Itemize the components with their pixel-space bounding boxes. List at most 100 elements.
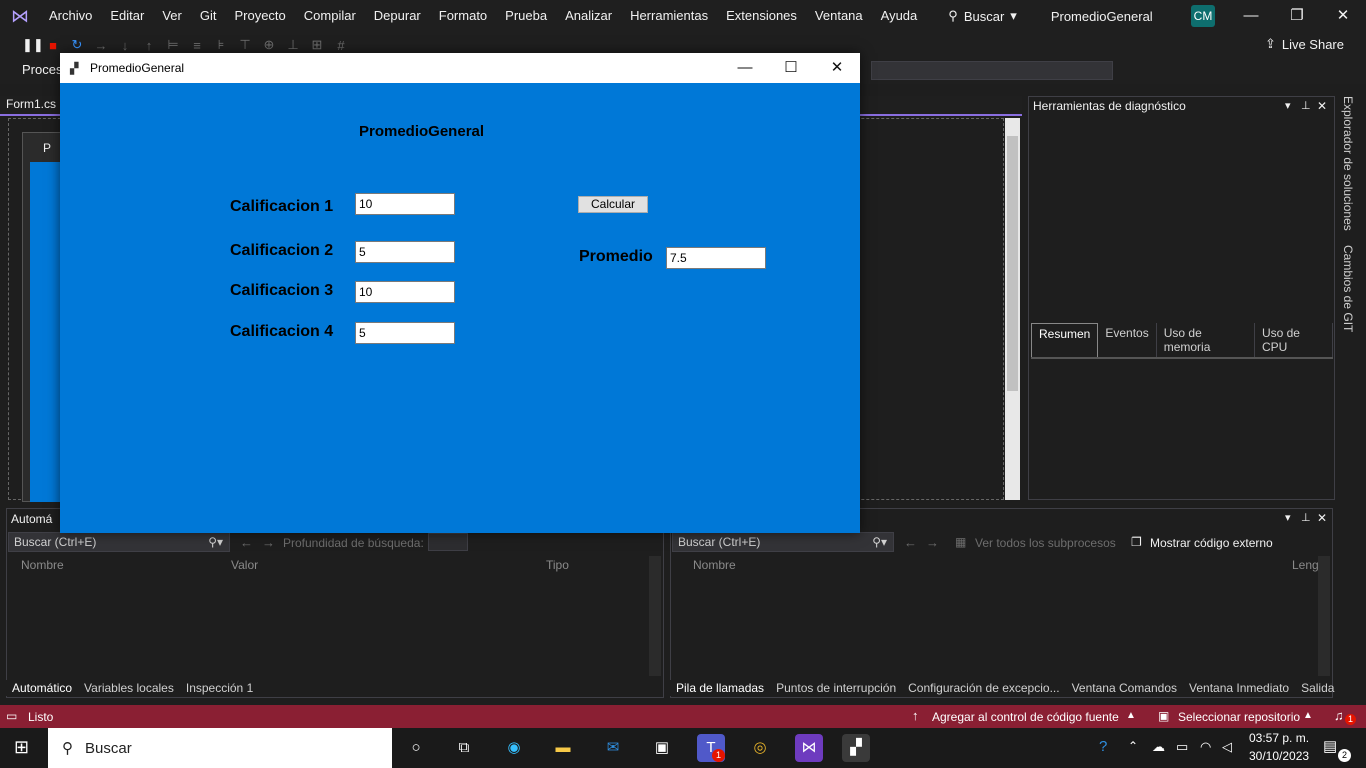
wifi-icon[interactable]: ◠	[1200, 739, 1211, 755]
external-code-icon[interactable]: ❐	[1131, 535, 1142, 549]
clock-date[interactable]: 30/10/2023	[1249, 749, 1309, 763]
menu-depurar[interactable]: Depurar	[365, 0, 430, 32]
tab-solution-explorer[interactable]: Explorador de soluciones	[1341, 96, 1355, 231]
align-middle-icon[interactable]: ⊕	[262, 37, 276, 53]
col-nombre[interactable]: Nombre	[693, 558, 736, 572]
tab-automatico[interactable]: Automático	[6, 680, 79, 696]
menu-herramientas[interactable]: Herramientas	[621, 0, 717, 32]
tab-puntos-interrupcion[interactable]: Puntos de interrupción	[770, 680, 902, 696]
menu-ver[interactable]: Ver	[153, 0, 191, 32]
step-into-icon[interactable]: ↓	[118, 38, 132, 53]
threads-icon[interactable]: ▦	[955, 535, 966, 549]
tab-salida[interactable]: Salida	[1295, 680, 1340, 696]
tab-git-changes[interactable]: Cambios de GIT	[1341, 245, 1355, 332]
show-all-threads-label[interactable]: Ver todos los subprocesos	[975, 536, 1116, 550]
menu-git[interactable]: Git	[191, 0, 226, 32]
clock-time[interactable]: 03:57 p. m.	[1249, 731, 1309, 745]
input-calificacion-2[interactable]	[355, 241, 455, 263]
back-arrow-icon[interactable]: ←	[240, 535, 253, 550]
align-bottom-icon[interactable]: ⊥	[286, 37, 300, 53]
close-panel-icon[interactable]: ✕	[1317, 99, 1327, 113]
restart-icon[interactable]: ↻	[70, 37, 84, 53]
input-calificacion-3[interactable]	[355, 281, 455, 303]
tab-uso-cpu[interactable]: Uso de CPU	[1255, 323, 1333, 357]
grid-icon[interactable]: #	[334, 38, 348, 53]
align-top-icon[interactable]: ⊤	[238, 37, 252, 53]
col-lenguaje[interactable]: Leng	[1292, 558, 1319, 572]
live-share-button[interactable]: ⇪ Live Share	[1265, 36, 1344, 52]
search-icon[interactable]: ⚲▾	[872, 535, 887, 549]
help-icon[interactable]: ?	[1099, 738, 1107, 755]
tab-resumen[interactable]: Resumen	[1031, 323, 1099, 357]
tab-ventana-inmediato[interactable]: Ventana Inmediato	[1183, 680, 1295, 696]
select-repo-button[interactable]: Seleccionar repositorio	[1178, 710, 1300, 724]
menu-ayuda[interactable]: Ayuda	[872, 0, 927, 32]
dropdown-icon[interactable]: ▾	[1285, 99, 1291, 112]
tab-eventos[interactable]: Eventos	[1098, 323, 1157, 357]
minimize-icon[interactable]: —	[1228, 0, 1274, 32]
process-combo[interactable]	[871, 61, 1113, 80]
tab-config-excepciones[interactable]: Configuración de excepcio...	[902, 680, 1065, 696]
back-arrow-icon[interactable]: ←	[904, 535, 917, 550]
app-close-icon[interactable]: ✕	[814, 53, 860, 83]
menu-prueba[interactable]: Prueba	[496, 0, 556, 32]
step-over-icon[interactable]: →	[94, 38, 108, 53]
menu-archivo[interactable]: Archivo	[40, 0, 101, 32]
autos-scrollbar[interactable]	[649, 556, 661, 676]
menu-proyecto[interactable]: Proyecto	[225, 0, 294, 32]
depth-combo[interactable]	[428, 533, 468, 551]
volume-icon[interactable]: ◁	[1222, 739, 1232, 755]
tab-variables-locales[interactable]: Variables locales	[78, 680, 180, 696]
menu-ventana[interactable]: Ventana	[806, 0, 872, 32]
same-size-icon[interactable]: ⊞	[310, 37, 324, 53]
align-left-icon[interactable]: ⊨	[166, 37, 180, 53]
bell-icon[interactable]: ♫	[1334, 708, 1344, 723]
edge-icon[interactable]: ◉	[500, 734, 528, 762]
tab-ventana-comandos[interactable]: Ventana Comandos	[1066, 680, 1183, 696]
app-minimize-icon[interactable]: —	[722, 53, 768, 83]
menu-extensiones[interactable]: Extensiones	[717, 0, 806, 32]
notification-center-icon[interactable]: ▤	[1323, 737, 1337, 755]
output-promedio[interactable]	[666, 247, 766, 269]
pin-icon[interactable]: ⊥	[1301, 99, 1311, 112]
cloud-icon[interactable]: ☁	[1152, 739, 1165, 755]
pin-icon[interactable]: ⊥	[1301, 511, 1311, 524]
show-external-code-label[interactable]: Mostrar código externo	[1150, 536, 1273, 550]
pause-icon[interactable]: ❚❚	[22, 37, 44, 53]
menu-editar[interactable]: Editar	[101, 0, 153, 32]
tab-inspeccion-1[interactable]: Inspección 1	[180, 680, 259, 696]
calcular-button[interactable]: Calcular	[578, 196, 648, 213]
close-panel-icon[interactable]: ✕	[1317, 511, 1327, 525]
app-maximize-icon[interactable]: ☐	[768, 53, 814, 83]
windows-start-icon[interactable]: ⊞	[14, 737, 29, 758]
input-calificacion-4[interactable]	[355, 322, 455, 344]
col-valor[interactable]: Valor	[231, 558, 258, 572]
stop-icon[interactable]: ■	[46, 38, 60, 53]
search-menu[interactable]: ⚲ Buscar ▾	[940, 8, 1025, 24]
taskbar-search-input[interactable]: ⚲ Buscar	[48, 728, 392, 768]
running-app-icon[interactable]: ▞	[842, 734, 870, 762]
menu-formato[interactable]: Formato	[430, 0, 496, 32]
editor-scrollbar-thumb[interactable]	[1007, 136, 1018, 391]
col-nombre[interactable]: Nombre	[21, 558, 64, 572]
tab-uso-memoria[interactable]: Uso de memoria	[1157, 323, 1255, 357]
menu-compilar[interactable]: Compilar	[295, 0, 365, 32]
forward-arrow-icon[interactable]: →	[262, 535, 275, 550]
cortana-icon[interactable]: ○	[402, 734, 430, 762]
restore-icon[interactable]: ❐	[1274, 0, 1320, 32]
file-explorer-icon[interactable]: ▬	[549, 734, 577, 762]
tab-form1[interactable]: Form1.cs	[6, 97, 56, 111]
align-center-icon[interactable]: ≡	[190, 38, 204, 53]
chevron-up-icon[interactable]: ⌃	[1128, 739, 1138, 753]
input-calificacion-1[interactable]	[355, 193, 455, 215]
callstack-search-input[interactable]: Buscar (Ctrl+E) ⚲▾	[672, 532, 894, 552]
add-source-control-button[interactable]: Agregar al control de código fuente	[932, 710, 1119, 724]
forward-arrow-icon[interactable]: →	[926, 535, 939, 550]
chrome-icon[interactable]: ◎	[746, 734, 774, 762]
align-right-icon[interactable]: ⊧	[214, 37, 228, 53]
autos-search-input[interactable]: Buscar (Ctrl+E) ⚲▾	[8, 532, 230, 552]
visual-studio-logo-icon[interactable]: ⋈	[0, 0, 40, 32]
close-icon[interactable]: ✕	[1320, 0, 1366, 32]
dropdown-icon[interactable]: ▾	[1285, 511, 1291, 524]
task-view-icon[interactable]: ⧉	[450, 734, 478, 762]
